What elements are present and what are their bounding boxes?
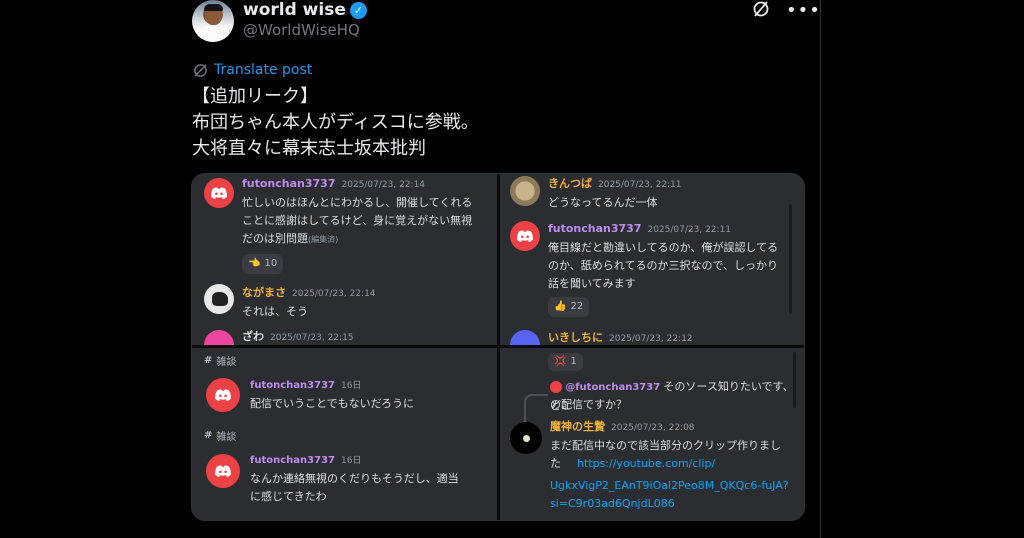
discord-screenshot-4: 💢 1 @futonchan3737 そのソース知りたいです、どこ の配信ですか？… bbox=[500, 348, 804, 520]
author-avatar[interactable] bbox=[192, 0, 234, 42]
message-line: 話を聞いてみます bbox=[548, 277, 636, 290]
clip-link[interactable]: https://youtube.com/clip/ bbox=[577, 457, 715, 470]
thumbs-up-icon: 👍 bbox=[554, 301, 567, 312]
message: いきしちに 2025/07/23, 22:12 bbox=[548, 329, 798, 345]
message-text: それは、そう bbox=[242, 305, 308, 318]
user-avatar bbox=[510, 176, 540, 206]
scrollbar[interactable] bbox=[789, 204, 792, 314]
message-username[interactable]: きんつば bbox=[548, 177, 592, 190]
verified-badge-icon: ✓ bbox=[349, 1, 367, 19]
message-line: 俺目線だと勘違いしてるのか、俺が誤認してる bbox=[548, 241, 779, 254]
edited-tag: (編集済) bbox=[308, 235, 339, 244]
reply-username[interactable]: @futonchan3737 bbox=[565, 382, 660, 393]
author-name[interactable]: world wise bbox=[243, 0, 346, 20]
grok-icon[interactable] bbox=[752, 0, 770, 23]
pointing-hand-icon: 👈 bbox=[248, 258, 261, 269]
reaction-count: 10 bbox=[264, 258, 278, 269]
tweet-line: 大将直々に幕末志士坂本批判 bbox=[192, 138, 426, 159]
message-timestamp: 2025/07/23, 22:11 bbox=[647, 225, 732, 235]
channel-label: # 雑談 bbox=[204, 353, 236, 368]
message-username[interactable]: ながまさ bbox=[242, 286, 286, 299]
message-username[interactable]: futonchan3737 bbox=[242, 177, 335, 190]
discord-screenshot-3: # 雑談 futonchan3737 16日 配信でいうことでもないだろうに # 雑談… bbox=[192, 348, 497, 520]
message-username[interactable]: いきしちに bbox=[548, 331, 603, 344]
message-username[interactable]: futonchan3737 bbox=[250, 380, 335, 391]
channel-name: 雑談 bbox=[216, 432, 237, 443]
attached-image-grid[interactable]: futonchan3737 2025/07/23, 22:14 忙しいのはほんとに… bbox=[191, 173, 805, 521]
message-text: どうなってるんだ一体 bbox=[548, 196, 658, 209]
discord-avatar-icon bbox=[204, 178, 234, 208]
message: ながまさ 2025/07/23, 22:14 それは、そう bbox=[242, 284, 492, 321]
message-timestamp: 16日 bbox=[341, 381, 362, 391]
reaction-pointing-hand[interactable]: 👈 10 bbox=[242, 254, 284, 274]
discord-avatar-icon bbox=[510, 221, 540, 251]
message-username[interactable]: 魔神の生贄 bbox=[550, 420, 605, 433]
translate-label[interactable]: Translate post bbox=[214, 62, 312, 78]
message-line: なんか連絡無視のくだりもそうだし、適当 bbox=[250, 472, 459, 485]
channel-name: 雑談 bbox=[216, 357, 237, 368]
more-icon[interactable]: ••• bbox=[786, 0, 821, 23]
message-line: ことに感謝はしてるけど、身に覚えがない無視 bbox=[242, 214, 473, 227]
grid-divider-horizontal bbox=[192, 345, 804, 348]
reply-continuation: の配信ですか？ bbox=[550, 396, 800, 414]
message-timestamp: 2025/07/23, 22:14 bbox=[341, 180, 426, 190]
discord-avatar-icon bbox=[206, 378, 240, 412]
hashtag-icon: # bbox=[204, 430, 213, 441]
user-avatar bbox=[510, 422, 542, 454]
message-line: た bbox=[550, 457, 561, 470]
translate-icon bbox=[194, 63, 207, 77]
message-line: だのは別問題 bbox=[242, 232, 308, 245]
channel-label: # 雑談 bbox=[204, 428, 236, 443]
discord-avatar-icon bbox=[550, 381, 562, 393]
message-line: まだ配信中なので該当部分のクリップ作りまし bbox=[550, 439, 781, 452]
message-username[interactable]: ざわ bbox=[242, 330, 264, 343]
message: ざわ 2025/07/23, 22:15 bbox=[242, 328, 492, 345]
message-username[interactable]: futonchan3737 bbox=[548, 222, 641, 235]
clip-link-continued[interactable]: si=C9r03ad6QnjdL086 bbox=[550, 495, 800, 513]
hashtag-icon: # bbox=[204, 355, 213, 366]
tweet-text: 【追加リーク】 布団ちゃん本人がディスコに参戦。 大将直々に幕末志士坂本批判 bbox=[192, 84, 479, 162]
message-username[interactable]: futonchan3737 bbox=[250, 455, 335, 466]
user-avatar bbox=[204, 330, 234, 345]
message-timestamp: 2025/07/23, 22:08 bbox=[611, 423, 695, 433]
reply-connector bbox=[524, 394, 548, 424]
reply-text-2: の配信ですか？ bbox=[550, 398, 627, 411]
discord-screenshot-1: futonchan3737 2025/07/23, 22:14 忙しいのはほんとに… bbox=[192, 174, 497, 345]
anger-icon: 💢 bbox=[554, 356, 567, 367]
message-line: 忙しいのはほんとにわかるし、開催してくれる bbox=[242, 196, 473, 209]
reaction-count: 1 bbox=[570, 356, 577, 367]
discord-screenshot-2: きんつば 2025/07/23, 22:11 どうなってるんだ一体 futonch… bbox=[500, 174, 804, 345]
message: futonchan3737 2025/07/23, 22:11 俺目線だと勘違いし… bbox=[548, 220, 798, 317]
message-line: に感じてきたわ bbox=[250, 490, 327, 503]
clip-link-continued[interactable]: UgkxVigP2_EAnT9iOal2Peo8M_QKQc6-fuJA? bbox=[550, 477, 800, 495]
message-timestamp: 2025/07/23, 22:12 bbox=[609, 334, 693, 344]
message-line: のか、舐められてるのか三択なので、しっかり bbox=[548, 259, 779, 272]
message: きんつば 2025/07/23, 22:11 どうなってるんだ一体 bbox=[548, 175, 798, 212]
message: futonchan3737 2025/07/23, 22:14 忙しいのはほんとに… bbox=[242, 175, 492, 274]
discord-avatar-icon bbox=[206, 454, 240, 488]
message-timestamp: 2025/07/23, 22:11 bbox=[598, 180, 682, 190]
message: 魔神の生贄 2025/07/23, 22:08 まだ配信中なので該当部分のクリップ… bbox=[550, 418, 800, 513]
post-actions-top: ••• bbox=[752, 0, 821, 23]
author-handle[interactable]: @WorldWiseHQ bbox=[243, 21, 360, 39]
reaction-thumbs-up[interactable]: 👍 22 bbox=[548, 297, 590, 317]
tweet-line: 【追加リーク】 bbox=[192, 86, 318, 107]
user-avatar bbox=[510, 330, 540, 345]
message-timestamp: 2025/07/23, 22:14 bbox=[292, 289, 376, 299]
message: futonchan3737 16日 なんか連絡無視のくだりもそうだし、適当 に感じ… bbox=[250, 451, 490, 506]
translate-post-link[interactable]: Translate post bbox=[193, 62, 312, 78]
scrollbar[interactable] bbox=[793, 352, 796, 408]
message: futonchan3737 16日 配信でいうことでもないだろうに bbox=[250, 376, 490, 413]
timeline-divider bbox=[820, 0, 821, 538]
reaction-top[interactable]: 💢 1 bbox=[548, 349, 583, 371]
message-timestamp: 2025/07/23, 22:15 bbox=[270, 333, 354, 343]
message-text: 配信でいうことでもないだろうに bbox=[250, 397, 415, 410]
user-avatar bbox=[204, 284, 234, 314]
message-timestamp: 16日 bbox=[341, 456, 362, 466]
tweet-line: 布団ちゃん本人がディスコに参戦。 bbox=[192, 112, 479, 133]
reaction-count: 22 bbox=[570, 301, 584, 312]
author-name-row[interactable]: world wise ✓ bbox=[243, 0, 367, 20]
